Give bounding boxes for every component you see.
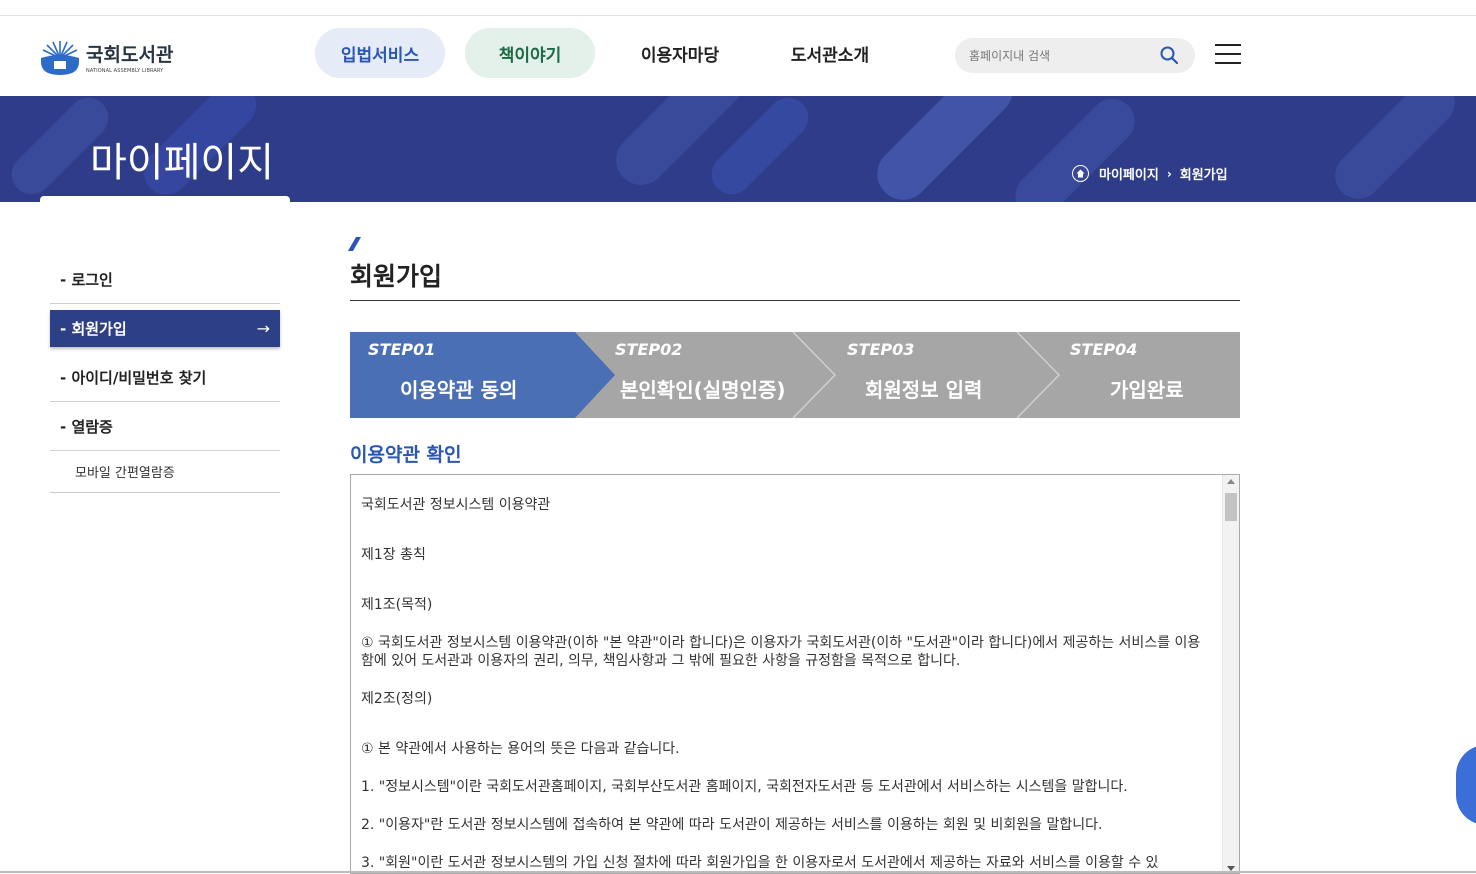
nav-book-story[interactable]: 책이야기 bbox=[465, 28, 595, 78]
breadcrumb-current: 회원가입 bbox=[1179, 168, 1228, 183]
site-logo[interactable]: 국회도서관 NATIONAL ASSEMBLY LIBRARY bbox=[40, 38, 173, 76]
search-input[interactable] bbox=[969, 38, 1149, 73]
terms-scroll-box[interactable]: 국회도서관 정보시스템 이용약관 제1장 총칙 제1조(목적) ① 국회도서관 … bbox=[350, 474, 1240, 874]
nav-library-intro[interactable]: 도서관소개 bbox=[765, 28, 895, 78]
terms-scrollbar[interactable] bbox=[1222, 475, 1239, 873]
nav-user-square[interactable]: 이용자마당 bbox=[615, 28, 745, 78]
signup-steps: STEP01 이용약관 동의 STEP02 본인확인(실명인증) STEP03 … bbox=[350, 332, 1240, 418]
logo-english: NATIONAL ASSEMBLY LIBRARY bbox=[86, 68, 164, 74]
step4-name: 가입완료 bbox=[1110, 378, 1184, 402]
hamburger-menu-icon[interactable] bbox=[1215, 44, 1241, 66]
home-icon[interactable] bbox=[1072, 165, 1089, 182]
side-nav-label: - 아이디/비밀번호 찾기 bbox=[60, 368, 207, 387]
banner-tab-notch bbox=[40, 196, 290, 206]
step3-label: STEP03 bbox=[847, 340, 915, 359]
page-title: 회원가입 bbox=[350, 262, 443, 291]
side-nav-reading-card[interactable]: - 열람증 bbox=[50, 402, 280, 451]
site-header: 국회도서관 NATIONAL ASSEMBLY LIBRARY 입법서비스 책이… bbox=[0, 16, 1476, 96]
terms-article: 제2조(정의) bbox=[361, 691, 433, 707]
side-nav-login[interactable]: - 로그인 bbox=[50, 255, 280, 304]
side-nav-label: - 열람증 bbox=[60, 417, 113, 436]
arrow-right-icon: → bbox=[256, 319, 270, 338]
step1-label: STEP01 bbox=[368, 340, 436, 359]
library-logo-icon bbox=[41, 41, 79, 75]
step2-name: 본인확인(실명인증) bbox=[620, 378, 786, 402]
breadcrumb-mypage[interactable]: 마이페이지 bbox=[1099, 164, 1159, 183]
step3-name: 회원정보 입력 bbox=[865, 378, 983, 402]
title-divider bbox=[350, 300, 1240, 301]
terms-paragraph: 2. "이용자"란 도서관 정보시스템에 접속하여 본 약관에 따라 도서관이 … bbox=[361, 817, 1103, 833]
terms-chapter: 제1장 총칙 bbox=[361, 547, 426, 563]
breadcrumb: 마이페이지 › 회원가입 bbox=[1072, 164, 1228, 183]
floating-chat-button[interactable] bbox=[1456, 745, 1476, 825]
terms-heading: 국회도서관 정보시스템 이용약관 bbox=[361, 497, 551, 513]
side-nav-find-account[interactable]: - 아이디/비밀번호 찾기 bbox=[50, 353, 280, 402]
search-box bbox=[955, 38, 1195, 73]
page-banner: 마이페이지 마이페이지 › 회원가입 bbox=[0, 96, 1476, 202]
title-decoration bbox=[347, 237, 362, 251]
main-nav: 입법서비스 책이야기 이용자마당 도서관소개 bbox=[315, 28, 915, 78]
scroll-up-arrow-icon[interactable] bbox=[1227, 479, 1235, 484]
logo-korean: 국회도서관 bbox=[86, 44, 174, 66]
chevron-right-icon: › bbox=[1166, 166, 1172, 181]
nav-legislative-service[interactable]: 입법서비스 bbox=[315, 28, 445, 78]
step2-label: STEP02 bbox=[615, 340, 683, 359]
side-nav-mobile-card[interactable]: 모바일 간편열람증 bbox=[50, 451, 280, 493]
terms-article: 제1조(목적) bbox=[361, 597, 433, 613]
side-nav: - 로그인 - 회원가입 → - 아이디/비밀번호 찾기 - 열람증 모바일 간편… bbox=[50, 255, 280, 493]
terms-paragraph: ① 본 약관에서 사용하는 용어의 뜻은 다음과 같습니다. bbox=[361, 741, 680, 757]
terms-paragraph: 1. "정보시스템"이란 국회도서관홈페이지, 국회부산도서관 홈페이지, 국회… bbox=[361, 779, 1128, 795]
side-nav-label: - 로그인 bbox=[60, 270, 113, 289]
search-icon[interactable] bbox=[1159, 45, 1179, 65]
scroll-thumb[interactable] bbox=[1225, 493, 1237, 521]
side-nav-signup[interactable]: - 회원가입 → bbox=[50, 310, 280, 347]
side-nav-label: - 회원가입 bbox=[60, 320, 127, 338]
banner-title: 마이페이지 bbox=[90, 140, 274, 186]
terms-section-title: 이용약관 확인 bbox=[350, 444, 462, 466]
terms-paragraph: ① 국회도서관 정보시스템 이용약관(이하 "본 약관"이라 합니다)은 이용자… bbox=[361, 635, 1201, 669]
step1-name: 이용약관 동의 bbox=[400, 378, 518, 402]
terms-paragraph: 3. "회원"이란 도서관 정보시스템의 가입 신청 절차에 따라 회원가입을 … bbox=[361, 855, 1159, 871]
step4-label: STEP04 bbox=[1070, 340, 1138, 359]
